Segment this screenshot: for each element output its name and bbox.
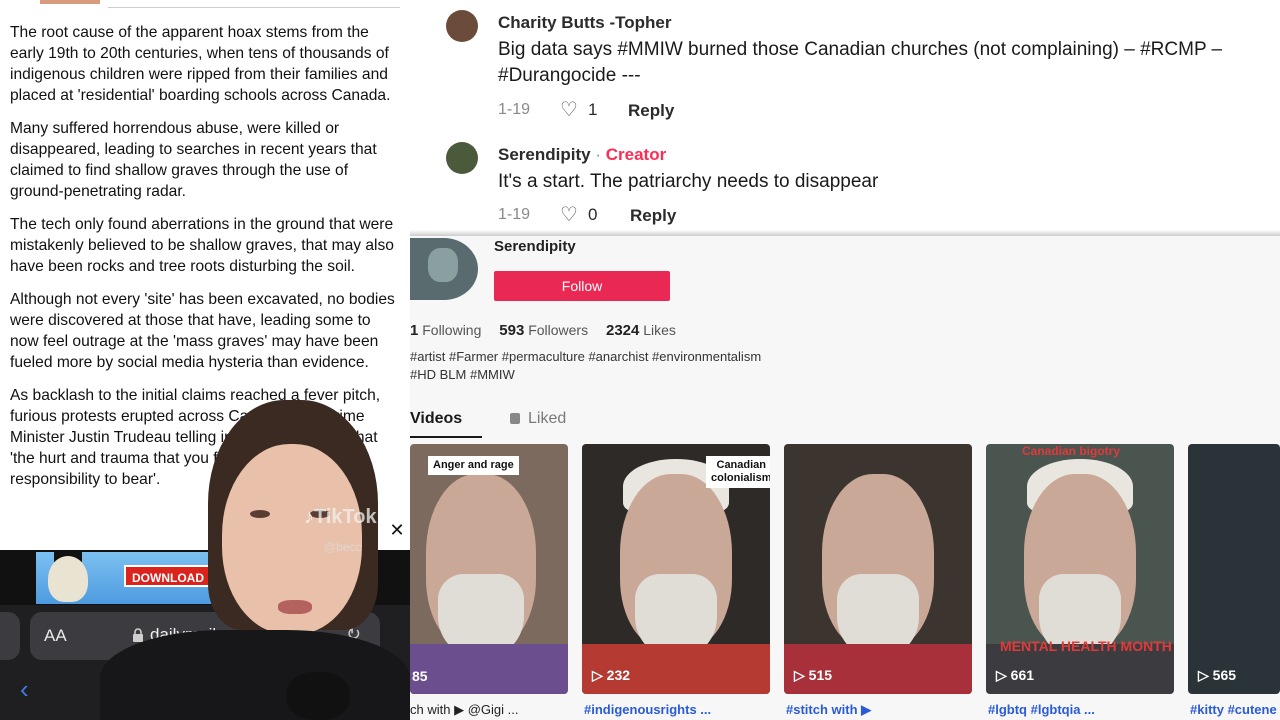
article-paragraph: The root cause of the apparent hoax stem… [10,24,391,104]
like-count: 0 [588,205,598,224]
following-label[interactable]: Following [422,322,481,338]
comment-date: 1-19 [498,206,531,223]
follow-button[interactable]: Follow [494,271,670,301]
video-tag: Canadian colonialism [706,456,770,488]
lock-icon [510,413,520,424]
microphone [286,672,350,720]
comment-author[interactable]: Serendipity · Creator [498,145,666,165]
reply-button[interactable]: Reply [628,101,674,121]
profile-stats: 1 Following 593 Followers 2324 Likes [410,322,690,339]
likes-label: Likes [643,322,676,338]
caption-hashtag: #lgbtq #lgbtqia ... [988,702,1095,717]
caption-hashtag: #stitch with ▶ [786,702,872,717]
profile-tabs: Videos Liked [410,408,1280,438]
reply-button[interactable]: Reply [630,206,676,226]
caption-text: ch with [410,702,451,717]
profile-page: Serendipity Follow 1 Following 593 Follo… [410,236,1280,720]
back-arrow-icon[interactable]: ‹ [20,674,29,705]
tiktok-note-icon: ♪ [304,506,314,528]
creator-badge: Creator [605,145,667,164]
divider [108,7,400,8]
video-tag: Anger and rage [428,456,519,475]
avatar[interactable] [446,10,478,42]
caption-mention: ▶ @Gigi ... [454,702,519,717]
active-tab-indicator [410,436,482,438]
video-caption[interactable]: #kitty #cutene [1190,702,1277,717]
view-count-value: 232 [606,667,631,683]
profile-bio: #artist #Farmer #permaculture #anarchist… [410,348,830,384]
tiktok-watermark-text: TikTok [314,506,377,528]
view-count: ▷ 661 [996,667,1035,683]
ad-close-icon[interactable]: ✕ [386,520,408,542]
video-tag: Canadian bigotry [1022,444,1121,458]
profile-avatar-figure [428,248,458,282]
tiktok-watermark: ♪TikTok [304,506,377,529]
video-thumbnail[interactable]: ▷ 565 [1188,444,1280,694]
view-count-value: 661 [1010,667,1035,683]
reader-mode-button[interactable]: AA [44,626,67,646]
video-caption[interactable]: #stitch with ▶ [786,702,871,718]
presenter-shirt [100,630,410,720]
view-count: ▷ 565 [1198,667,1237,683]
tab-liked[interactable]: Liked [510,410,566,428]
tab-liked-label: Liked [528,410,567,427]
avatar[interactable] [446,142,478,174]
bio-line: #artist #Farmer #permaculture #anarchist… [410,349,762,364]
heart-icon[interactable]: ♡ [560,202,578,227]
following-count: 1 [410,322,419,339]
video-caption[interactable]: #lgbtq #lgbtqia ... [988,702,1095,717]
thumb-shirt [410,644,568,694]
comment-author-name: Serendipity [498,145,591,164]
profile-avatar[interactable] [410,238,478,300]
view-count-value: 565 [1212,667,1237,683]
article-paragraph: Many suffered horrendous abuse, were kil… [10,120,377,200]
followers-count: 593 [499,322,525,339]
tiktok-handle: @becc [324,540,362,554]
followers-label[interactable]: Followers [528,322,588,338]
bio-line: #HD BLM #MMIW [410,367,515,382]
comment-date: 1-19 [498,101,531,118]
presenter-eye [250,510,270,518]
tabs-button[interactable] [0,612,20,660]
article-paragraph: The tech only found aberrations in the g… [10,216,394,275]
mental-health-overlay: MENTAL HEALTH MONTH [1000,638,1172,654]
article-paragraph: Although not every 'site' has been excav… [10,291,395,371]
video-thumbnail[interactable]: Anger and rage 85 [410,444,568,694]
view-count-value: 85 [412,668,428,684]
caption-hashtag: #kitty #cutene [1190,702,1277,717]
profile-name: Serendipity [494,238,576,255]
view-count: 85 [412,668,428,684]
comment-text: Big data says #MMIW burned those Canadia… [498,39,1223,86]
likes-count: 2324 [605,322,640,339]
comments-panel: Charity Butts -Topher Big data says #MMI… [410,0,1280,236]
view-count-value: 515 [808,667,833,683]
view-count: ▷ 232 [592,667,631,683]
comment-author[interactable]: Charity Butts -Topher [498,13,671,33]
video-thumbnail[interactable]: Canadian colonialism ▷ 232 [582,444,770,694]
video-caption[interactable]: #indigenousrights ... [584,702,711,717]
separator-dot: · [595,145,601,164]
tab-videos[interactable]: Videos [410,410,462,428]
article-image-edge [40,0,100,4]
ad-mascot [48,556,88,602]
caption-hashtag: #indigenousrights ... [584,702,712,717]
heart-icon[interactable]: ♡ [560,97,578,122]
comment-text: It's a start. The patriarchy needs to di… [498,171,879,192]
video-thumbnail[interactable]: Canadian bigotry MENTAL HEALTH MONTH ▷ 6… [986,444,1174,694]
presenter-video-overlay [100,400,410,720]
view-count: ▷ 515 [794,667,833,683]
like-count: 1 [588,100,598,119]
video-thumbnail[interactable]: ▷ 515 [784,444,972,694]
presenter-mouth [278,600,312,614]
video-caption[interactable]: ch with ▶ @Gigi ... [410,702,518,718]
